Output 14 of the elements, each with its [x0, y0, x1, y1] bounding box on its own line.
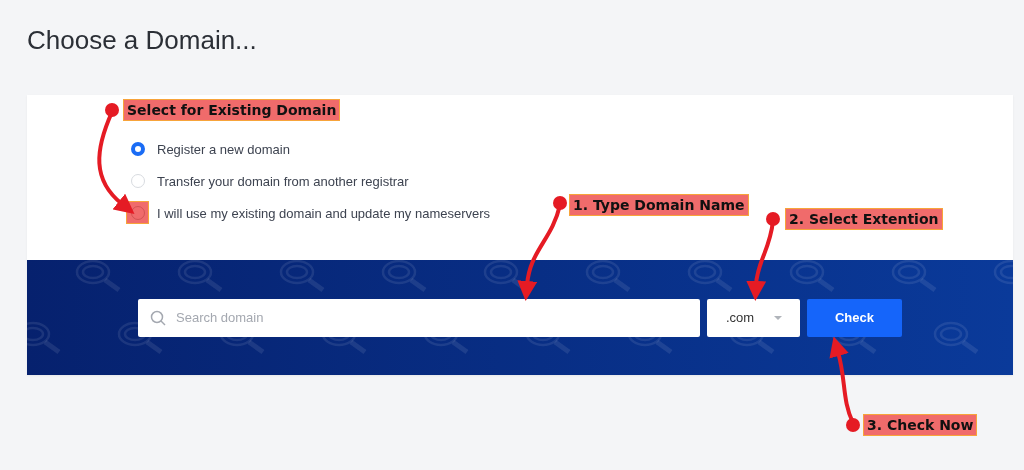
check-button[interactable]: Check [807, 298, 902, 337]
annotation-label: 2. Select Extention [785, 208, 943, 230]
search-icon [150, 309, 166, 326]
option-label[interactable]: I will use my existing domain and update my nameservers [157, 205, 491, 221]
caret-icon [774, 315, 782, 320]
radio-button[interactable] [131, 142, 145, 156]
page-title: Choose a Domain... [27, 24, 258, 57]
annotation-label: Select for Existing Domain [123, 99, 341, 121]
option-label[interactable]: Register a new domain [157, 141, 290, 157]
annotation-label: 1. Type Domain Name [569, 194, 749, 216]
extension-select[interactable]: .com [707, 298, 800, 337]
annotation-label: 3. Check Now [863, 414, 978, 436]
search-field[interactable]: Search domain [138, 298, 700, 337]
option-label[interactable]: Transfer your domain from another registrar [157, 173, 409, 189]
